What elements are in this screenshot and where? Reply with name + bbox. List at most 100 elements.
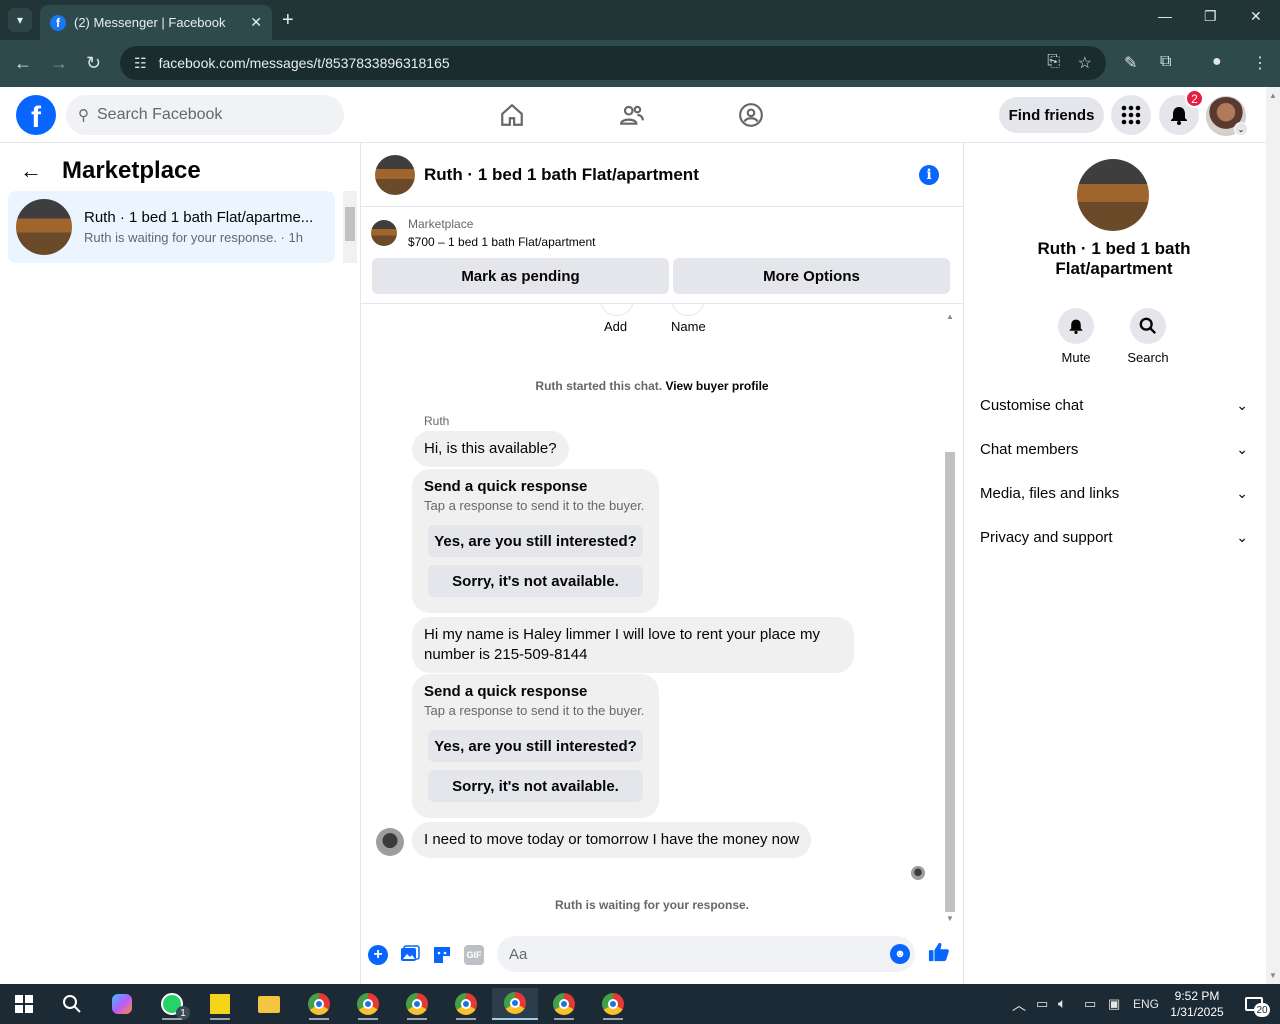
- chrome-active-icon[interactable]: [492, 988, 538, 1020]
- thumbs-up-icon[interactable]: [928, 941, 950, 969]
- mute-button[interactable]: Mute: [1046, 308, 1106, 365]
- photo-icon[interactable]: [400, 945, 420, 965]
- file-explorer-icon[interactable]: [249, 988, 289, 1020]
- profile-icon[interactable]: ●: [1212, 53, 1222, 71]
- home-icon[interactable]: [498, 101, 526, 129]
- facebook-search[interactable]: ⚲: [66, 95, 344, 135]
- bell-icon: [1058, 308, 1094, 344]
- quick-response-title: Send a quick response: [424, 478, 588, 495]
- chat-details-panel: Ruth · 1 bed 1 bath Flat/apartment Mute …: [963, 143, 1266, 984]
- start-windows-icon[interactable]: [4, 988, 44, 1020]
- copilot-icon[interactable]: [102, 988, 142, 1020]
- reload-icon[interactable]: ↻: [86, 52, 101, 74]
- chat-scrollbar[interactable]: ▲ ▼: [943, 312, 957, 923]
- site-info-icon[interactable]: ☷: [134, 55, 147, 72]
- close-window-button[interactable]: ✕: [1250, 8, 1262, 25]
- minimize-button[interactable]: —: [1158, 8, 1172, 24]
- network-icon[interactable]: ▭: [1084, 996, 1096, 1012]
- customise-chat-section[interactable]: Customise chat ⌄: [972, 385, 1256, 425]
- privacy-support-section[interactable]: Privacy and support ⌄: [972, 517, 1256, 557]
- sticky-notes-icon[interactable]: [200, 988, 240, 1020]
- meet-now-icon[interactable]: ▭: [1036, 996, 1048, 1012]
- info-icon[interactable]: i: [919, 165, 939, 185]
- url-text[interactable]: facebook.com/messages/t/8537833896318165: [159, 55, 450, 71]
- close-tab-icon[interactable]: ✕: [250, 14, 262, 31]
- address-bar[interactable]: ☷ facebook.com/messages/t/85378338963181…: [120, 46, 1106, 80]
- conversation-item[interactable]: Ruth · 1 bed 1 bath Flat/apartme... Ruth…: [8, 191, 335, 263]
- quick-reply-not-available[interactable]: Sorry, it's not available.: [428, 565, 643, 597]
- browser-tab[interactable]: f (2) Messenger | Facebook ✕: [40, 5, 272, 40]
- notification-center-icon[interactable]: 20: [1234, 988, 1274, 1020]
- message-input[interactable]: [497, 936, 877, 972]
- page-title: Marketplace: [62, 157, 201, 184]
- chrome-icon[interactable]: [397, 988, 437, 1020]
- chevron-down-icon[interactable]: ⌄: [1234, 122, 1248, 136]
- tab-search-button[interactable]: ▾: [8, 8, 32, 32]
- listing-price: $700 – 1 bed 1 bath Flat/apartment: [408, 235, 596, 249]
- back-arrow-icon[interactable]: ←: [20, 158, 42, 184]
- buyer-avatar[interactable]: [376, 828, 404, 856]
- message-bubble[interactable]: I need to move today or tomorrow I have …: [412, 822, 812, 858]
- browser-menu-icon[interactable]: ⋮: [1252, 53, 1268, 73]
- quick-reply-still-interested[interactable]: Yes, are you still interested?: [428, 525, 643, 557]
- friends-icon[interactable]: [618, 101, 646, 129]
- extensions-icon[interactable]: ⧉: [1160, 53, 1171, 71]
- media-files-links-section[interactable]: Media, files and links ⌄: [972, 473, 1256, 513]
- search-chat-button[interactable]: Search: [1118, 308, 1178, 365]
- sticker-icon[interactable]: [432, 945, 452, 965]
- listing-avatar[interactable]: [1077, 159, 1149, 231]
- mark-pending-button[interactable]: Mark as pending: [372, 258, 669, 294]
- pen-icon[interactable]: ✎: [1124, 53, 1137, 73]
- view-buyer-profile-link[interactable]: View buyer profile: [665, 379, 768, 393]
- find-friends-button[interactable]: Find friends: [999, 97, 1104, 133]
- chevron-down-icon: ⌄: [1236, 528, 1248, 545]
- restore-button[interactable]: ❐: [1204, 8, 1217, 25]
- quick-reply-still-interested[interactable]: Yes, are you still interested?: [428, 730, 643, 762]
- clock[interactable]: 9:52 PM 1/31/2025: [1162, 988, 1232, 1020]
- chrome-icon[interactable]: [348, 988, 388, 1020]
- facebook-logo-icon[interactable]: f: [16, 95, 56, 135]
- forward-icon[interactable]: →: [50, 52, 68, 74]
- more-options-button[interactable]: More Options: [673, 258, 950, 294]
- chrome-icon[interactable]: [593, 988, 633, 1020]
- message-list: Add Name Ruth started this chat. View bu…: [361, 303, 963, 923]
- quick-reply-not-available[interactable]: Sorry, it's not available.: [428, 770, 643, 802]
- quick-response-title: Send a quick response: [424, 683, 588, 700]
- search-input[interactable]: [97, 106, 317, 124]
- chevron-down-icon: ⌄: [1236, 440, 1248, 457]
- list-scrollbar[interactable]: [343, 191, 357, 263]
- chevron-down-icon: ⌄: [1236, 484, 1248, 501]
- add-action-icon[interactable]: [600, 304, 634, 316]
- tray-chevron-up-icon[interactable]: ︿: [1012, 995, 1026, 1015]
- bookmark-star-icon[interactable]: ☆: [1078, 53, 1092, 73]
- menu-grid-icon[interactable]: [1111, 95, 1151, 135]
- back-icon[interactable]: ←: [14, 52, 32, 74]
- emoji-icon[interactable]: ☻: [890, 944, 910, 964]
- chrome-icon[interactable]: [446, 988, 486, 1020]
- message-bubble[interactable]: Hi my name is Haley limmer I will love t…: [412, 617, 854, 673]
- message-bubble[interactable]: Hi, is this available?: [412, 431, 569, 467]
- plus-icon[interactable]: +: [368, 945, 388, 965]
- chat-members-section[interactable]: Chat members ⌄: [972, 429, 1256, 469]
- chrome-icon[interactable]: [544, 988, 584, 1020]
- listing-summary[interactable]: Marketplace $700 – 1 bed 1 bath Flat/apa…: [371, 217, 595, 249]
- chat-details-name: Ruth · 1 bed 1 bath Flat/apartment: [1037, 239, 1191, 278]
- language-indicator[interactable]: ENG: [1133, 997, 1159, 1011]
- gif-icon[interactable]: GIF: [464, 945, 484, 965]
- volume-icon[interactable]: 🔈︎: [1058, 995, 1066, 1012]
- name-action-icon[interactable]: [671, 304, 705, 316]
- chrome-icon[interactable]: [299, 988, 339, 1020]
- message-input-wrapper: ☻: [497, 936, 915, 972]
- install-app-icon[interactable]: ⎘: [1047, 53, 1060, 71]
- new-tab-button[interactable]: +: [282, 8, 294, 32]
- facebook-header: f ⚲ Find friends: [0, 87, 1266, 143]
- whatsapp-icon[interactable]: 1: [152, 988, 192, 1020]
- chat-title[interactable]: Ruth · 1 bed 1 bath Flat/apartment: [424, 165, 699, 185]
- clock-date: 1/31/2025: [1170, 1005, 1224, 1019]
- groups-icon[interactable]: [737, 101, 765, 129]
- battery-icon[interactable]: ▣: [1108, 996, 1120, 1012]
- search-icon[interactable]: [52, 988, 92, 1020]
- chat-avatar[interactable]: [375, 154, 415, 195]
- page-scrollbar[interactable]: ▲ ▼: [1266, 87, 1280, 984]
- mute-label: Mute: [1061, 350, 1091, 365]
